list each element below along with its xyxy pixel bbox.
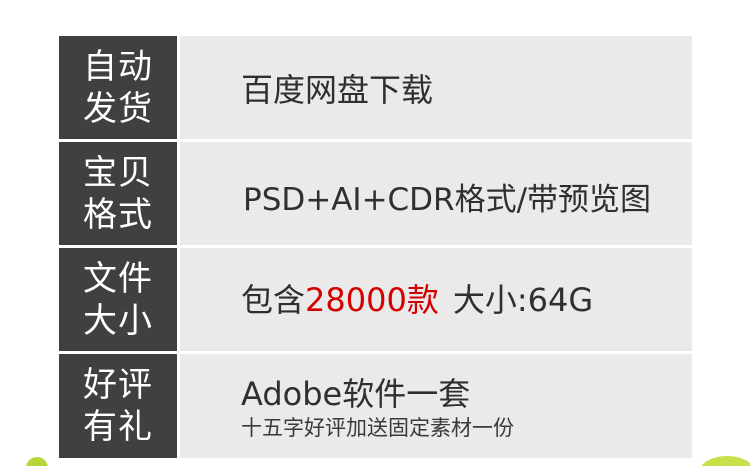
row-label: 好评 有礼 [59,354,177,458]
info-row-format: 宝贝 格式 PSD+AI+CDR格式/带预览图 [59,142,692,245]
value-subtext: 十五字好评加送固定素材一份 [241,416,514,440]
value-text: 包含28000款 大小:64G [241,280,593,320]
row-label: 文件 大小 [59,248,177,351]
decorative-leaf [700,456,750,466]
label-line: 发货 [83,88,153,129]
info-row-review-gift: 好评 有礼 Adobe软件一套 十五字好评加送固定素材一份 [59,354,692,458]
value-suffix: 大小:64G [452,281,594,319]
value-prefix: 包含 [241,281,306,319]
value-text: PSD+AI+CDR格式/带预览图 [243,182,652,218]
info-row-size: 文件 大小 包含28000款 大小:64G [59,248,692,351]
row-value: Adobe软件一套 十五字好评加送固定素材一份 [180,354,692,458]
label-line: 自动 [83,46,153,87]
row-value: PSD+AI+CDR格式/带预览图 [180,142,692,245]
value-text: 百度网盘下载 [241,71,434,109]
label-line: 有礼 [83,407,153,447]
label-line: 格式 [83,194,153,235]
label-line: 文件 [83,258,153,299]
row-label: 自动 发货 [59,36,177,139]
label-line: 大小 [83,300,153,341]
value-text: Adobe软件一套 [241,375,471,413]
label-line: 宝贝 [83,152,153,193]
label-line: 好评 [83,365,153,405]
row-value: 包含28000款 大小:64G [180,248,692,351]
info-row-delivery: 自动 发货 百度网盘下载 [59,36,692,139]
count-highlight: 28000款 [305,281,439,319]
decorative-leaf [26,457,48,466]
row-label: 宝贝 格式 [59,142,177,245]
row-value: 百度网盘下载 [180,36,692,139]
info-table: 自动 发货 百度网盘下载 宝贝 格式 PSD+AI+CDR格式/带预览图 文件 … [59,36,692,458]
product-info-banner: 自动 发货 百度网盘下载 宝贝 格式 PSD+AI+CDR格式/带预览图 文件 … [0,0,750,466]
